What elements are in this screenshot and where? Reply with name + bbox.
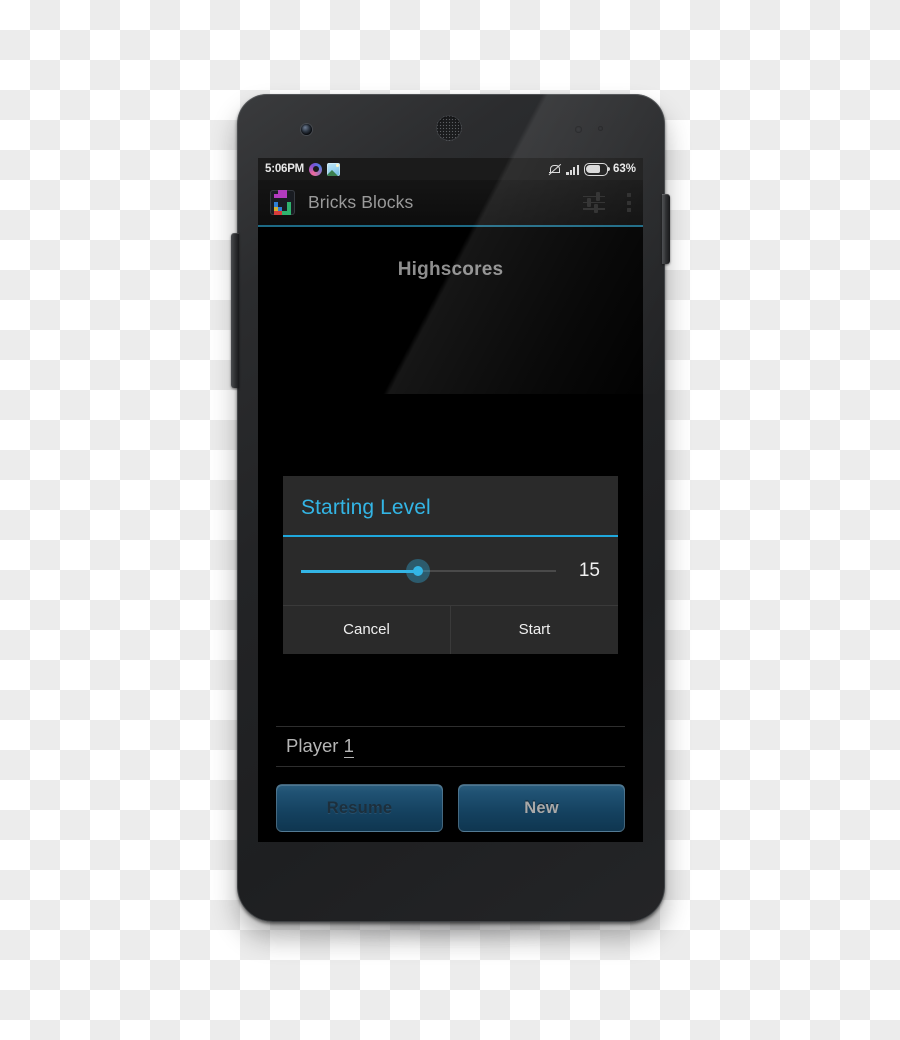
battery-icon [583, 162, 611, 176]
starting-level-slider[interactable] [301, 559, 556, 583]
dialog-title: Starting Level [283, 476, 618, 537]
cancel-button[interactable]: Cancel [283, 606, 450, 654]
game-button-row: Resume New [276, 784, 625, 832]
chrome-icon [309, 162, 323, 176]
player-name-value: Player 1 [286, 735, 615, 758]
dialog-actions: Cancel Start [283, 605, 618, 654]
action-bar-actions [583, 192, 631, 214]
phone-screen: 5:06PM 63% Bricks Blocks Highscores Star… [258, 158, 643, 842]
resume-button[interactable]: Resume [276, 784, 443, 832]
power-button[interactable] [662, 194, 670, 264]
slider-fill [301, 569, 419, 573]
start-button[interactable]: Start [450, 606, 618, 654]
app-title: Bricks Blocks [308, 192, 414, 212]
dialog-body: 15 [283, 537, 618, 605]
tune-sliders-icon[interactable] [583, 192, 605, 214]
proximity-sensor-icon [575, 126, 582, 133]
battery-percent-label: 63% [612, 163, 636, 175]
status-bar-right: 63% [548, 162, 636, 176]
player-name-prefix: Player [286, 735, 344, 756]
front-camera-icon [301, 124, 312, 135]
status-bar-left: 5:06PM [265, 162, 341, 176]
status-bar: 5:06PM 63% [258, 158, 643, 180]
action-bar: Bricks Blocks [258, 180, 643, 227]
signal-icon [566, 164, 579, 175]
content-area: Highscores Starting Level 15 Cancel Star… [258, 227, 643, 842]
bricks-blocks-app-icon [270, 190, 295, 215]
overflow-menu-icon[interactable] [627, 193, 631, 212]
earpiece-speaker-icon [436, 115, 462, 141]
photos-icon [327, 162, 341, 176]
bottom-block: Player 1 Resume New [276, 726, 625, 832]
screenshot-stage: 5:06PM 63% Bricks Blocks Highscores Star… [0, 0, 900, 1040]
slider-value-label: 15 [578, 560, 600, 581]
mute-icon [548, 163, 562, 176]
player-name-suffix: 1 [343, 735, 354, 758]
starting-level-dialog: Starting Level 15 Cancel Start [283, 476, 618, 654]
status-bar-clock: 5:06PM [265, 163, 305, 175]
player-name-input[interactable]: Player 1 [276, 726, 625, 767]
slider-thumb[interactable] [406, 559, 431, 583]
volume-rocker-button[interactable] [231, 233, 239, 388]
new-button[interactable]: New [458, 784, 625, 832]
light-sensor-icon [598, 126, 603, 131]
